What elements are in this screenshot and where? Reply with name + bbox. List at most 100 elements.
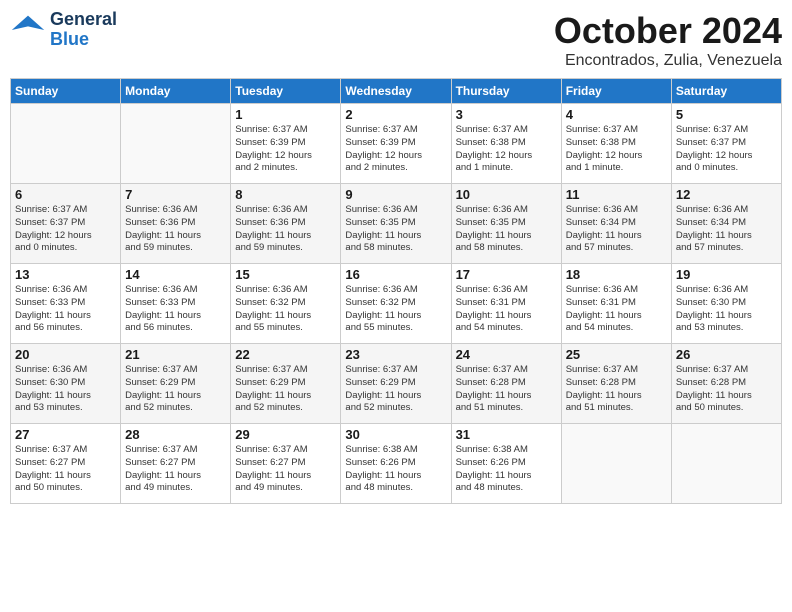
day-info: Sunrise: 6:37 AM Sunset: 6:38 PM Dayligh…: [456, 124, 557, 175]
day-number: 5: [676, 107, 777, 122]
calendar-cell: 28 Sunrise: 6:37 AM Sunset: 6:27 PM Dayli…: [121, 424, 231, 504]
calendar-cell: [11, 104, 121, 184]
day-number: 25: [566, 347, 667, 362]
day-info: Sunrise: 6:36 AM Sunset: 6:36 PM Dayligh…: [235, 204, 336, 255]
location-title: Encontrados, Zulia, Venezuela: [554, 52, 782, 70]
day-number: 24: [456, 347, 557, 362]
calendar-cell: 3 Sunrise: 6:37 AM Sunset: 6:38 PM Daylig…: [451, 104, 561, 184]
day-number: 30: [345, 427, 446, 442]
day-info: Sunrise: 6:37 AM Sunset: 6:37 PM Dayligh…: [676, 124, 777, 175]
day-info: Sunrise: 6:36 AM Sunset: 6:31 PM Dayligh…: [566, 284, 667, 335]
calendar-cell: 21 Sunrise: 6:37 AM Sunset: 6:29 PM Dayli…: [121, 344, 231, 424]
day-number: 27: [15, 427, 116, 442]
logo-general-text: General: [50, 10, 117, 30]
day-info: Sunrise: 6:37 AM Sunset: 6:28 PM Dayligh…: [676, 364, 777, 415]
calendar-table: SundayMondayTuesdayWednesdayThursdayFrid…: [10, 78, 782, 504]
calendar-cell: 25 Sunrise: 6:37 AM Sunset: 6:28 PM Dayli…: [561, 344, 671, 424]
page-header: General Blue October 2024 Encontrados, Z…: [10, 10, 782, 70]
day-number: 19: [676, 267, 777, 282]
calendar-body: 1 Sunrise: 6:37 AM Sunset: 6:39 PM Daylig…: [11, 104, 782, 504]
day-info: Sunrise: 6:38 AM Sunset: 6:26 PM Dayligh…: [456, 444, 557, 495]
calendar-cell: 12 Sunrise: 6:36 AM Sunset: 6:34 PM Dayli…: [671, 184, 781, 264]
day-number: 4: [566, 107, 667, 122]
day-info: Sunrise: 6:37 AM Sunset: 6:37 PM Dayligh…: [15, 204, 116, 255]
calendar-cell: 5 Sunrise: 6:37 AM Sunset: 6:37 PM Daylig…: [671, 104, 781, 184]
logo: General Blue: [10, 10, 117, 50]
calendar-cell: 10 Sunrise: 6:36 AM Sunset: 6:35 PM Dayli…: [451, 184, 561, 264]
day-number: 3: [456, 107, 557, 122]
day-number: 16: [345, 267, 446, 282]
day-info: Sunrise: 6:36 AM Sunset: 6:32 PM Dayligh…: [235, 284, 336, 335]
day-info: Sunrise: 6:37 AM Sunset: 6:28 PM Dayligh…: [456, 364, 557, 415]
day-number: 28: [125, 427, 226, 442]
day-info: Sunrise: 6:37 AM Sunset: 6:27 PM Dayligh…: [15, 444, 116, 495]
logo-blue-text: Blue: [50, 30, 117, 50]
calendar-cell: 16Sunrise: 6:36 AM Sunset: 6:32 PM Dayli…: [341, 264, 451, 344]
day-info: Sunrise: 6:36 AM Sunset: 6:36 PM Dayligh…: [125, 204, 226, 255]
weekday-header-friday: Friday: [561, 79, 671, 104]
day-number: 2: [345, 107, 446, 122]
calendar-cell: 7Sunrise: 6:36 AM Sunset: 6:36 PM Daylig…: [121, 184, 231, 264]
calendar-cell: 20 Sunrise: 6:36 AM Sunset: 6:30 PM Dayli…: [11, 344, 121, 424]
day-number: 23: [345, 347, 446, 362]
day-info: Sunrise: 6:36 AM Sunset: 6:34 PM Dayligh…: [676, 204, 777, 255]
day-info: Sunrise: 6:37 AM Sunset: 6:39 PM Dayligh…: [345, 124, 446, 175]
day-number: 21: [125, 347, 226, 362]
day-number: 6: [15, 187, 116, 202]
calendar-cell: 26 Sunrise: 6:37 AM Sunset: 6:28 PM Dayli…: [671, 344, 781, 424]
day-number: 1: [235, 107, 336, 122]
calendar-week-row: 13 Sunrise: 6:36 AM Sunset: 6:33 PM Dayli…: [11, 264, 782, 344]
calendar-cell: 14 Sunrise: 6:36 AM Sunset: 6:33 PM Dayli…: [121, 264, 231, 344]
calendar-cell: 18 Sunrise: 6:36 AM Sunset: 6:31 PM Dayli…: [561, 264, 671, 344]
day-info: Sunrise: 6:37 AM Sunset: 6:27 PM Dayligh…: [125, 444, 226, 495]
day-info: Sunrise: 6:36 AM Sunset: 6:35 PM Dayligh…: [456, 204, 557, 255]
calendar-cell: [561, 424, 671, 504]
calendar-cell: 1 Sunrise: 6:37 AM Sunset: 6:39 PM Daylig…: [231, 104, 341, 184]
calendar-cell: 22Sunrise: 6:37 AM Sunset: 6:29 PM Dayli…: [231, 344, 341, 424]
calendar-cell: 27 Sunrise: 6:37 AM Sunset: 6:27 PM Dayli…: [11, 424, 121, 504]
day-number: 10: [456, 187, 557, 202]
day-info: Sunrise: 6:36 AM Sunset: 6:30 PM Dayligh…: [15, 364, 116, 415]
weekday-header-thursday: Thursday: [451, 79, 561, 104]
day-info: Sunrise: 6:36 AM Sunset: 6:33 PM Dayligh…: [125, 284, 226, 335]
calendar-cell: 4 Sunrise: 6:37 AM Sunset: 6:38 PM Daylig…: [561, 104, 671, 184]
weekday-header-saturday: Saturday: [671, 79, 781, 104]
calendar-week-row: 6 Sunrise: 6:37 AM Sunset: 6:37 PM Daylig…: [11, 184, 782, 264]
day-info: Sunrise: 6:36 AM Sunset: 6:35 PM Dayligh…: [345, 204, 446, 255]
calendar-cell: 23 Sunrise: 6:37 AM Sunset: 6:29 PM Dayli…: [341, 344, 451, 424]
calendar-cell: [121, 104, 231, 184]
day-number: 14: [125, 267, 226, 282]
day-number: 26: [676, 347, 777, 362]
day-number: 12: [676, 187, 777, 202]
day-number: 13: [15, 267, 116, 282]
title-block: October 2024 Encontrados, Zulia, Venezue…: [554, 10, 782, 70]
day-info: Sunrise: 6:38 AM Sunset: 6:26 PM Dayligh…: [345, 444, 446, 495]
day-info: Sunrise: 6:37 AM Sunset: 6:27 PM Dayligh…: [235, 444, 336, 495]
day-info: Sunrise: 6:36 AM Sunset: 6:33 PM Dayligh…: [15, 284, 116, 335]
weekday-header-tuesday: Tuesday: [231, 79, 341, 104]
day-info: Sunrise: 6:37 AM Sunset: 6:29 PM Dayligh…: [125, 364, 226, 415]
day-info: Sunrise: 6:36 AM Sunset: 6:30 PM Dayligh…: [676, 284, 777, 335]
month-title: October 2024: [554, 10, 782, 52]
day-info: Sunrise: 6:37 AM Sunset: 6:29 PM Dayligh…: [345, 364, 446, 415]
day-number: 20: [15, 347, 116, 362]
day-number: 9: [345, 187, 446, 202]
day-info: Sunrise: 6:37 AM Sunset: 6:28 PM Dayligh…: [566, 364, 667, 415]
day-number: 18: [566, 267, 667, 282]
calendar-week-row: 1 Sunrise: 6:37 AM Sunset: 6:39 PM Daylig…: [11, 104, 782, 184]
day-number: 15: [235, 267, 336, 282]
calendar-cell: 2 Sunrise: 6:37 AM Sunset: 6:39 PM Daylig…: [341, 104, 451, 184]
day-number: 17: [456, 267, 557, 282]
calendar-cell: 9 Sunrise: 6:36 AM Sunset: 6:35 PM Daylig…: [341, 184, 451, 264]
logo-icon: [10, 12, 46, 48]
day-number: 8: [235, 187, 336, 202]
day-info: Sunrise: 6:37 AM Sunset: 6:39 PM Dayligh…: [235, 124, 336, 175]
calendar-cell: 6 Sunrise: 6:37 AM Sunset: 6:37 PM Daylig…: [11, 184, 121, 264]
day-info: Sunrise: 6:37 AM Sunset: 6:38 PM Dayligh…: [566, 124, 667, 175]
calendar-cell: 8 Sunrise: 6:36 AM Sunset: 6:36 PM Daylig…: [231, 184, 341, 264]
calendar-week-row: 27 Sunrise: 6:37 AM Sunset: 6:27 PM Dayli…: [11, 424, 782, 504]
calendar-cell: 31Sunrise: 6:38 AM Sunset: 6:26 PM Dayli…: [451, 424, 561, 504]
calendar-cell: 30 Sunrise: 6:38 AM Sunset: 6:26 PM Dayli…: [341, 424, 451, 504]
calendar-cell: 13 Sunrise: 6:36 AM Sunset: 6:33 PM Dayli…: [11, 264, 121, 344]
day-number: 11: [566, 187, 667, 202]
